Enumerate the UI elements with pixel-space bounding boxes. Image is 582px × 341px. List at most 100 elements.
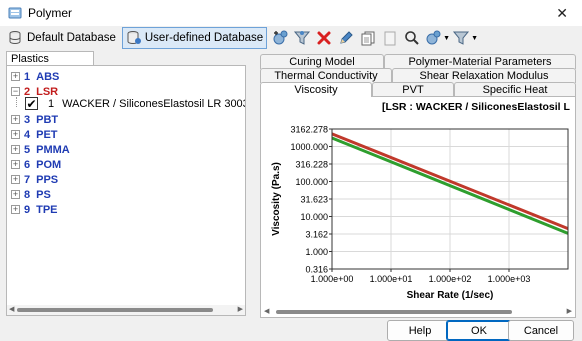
tab-viscosity[interactable]: Viscosity (260, 82, 372, 97)
scroll-right-icon[interactable]: ▶ (567, 307, 572, 315)
y-tick-label: 3.162 (305, 229, 328, 239)
tree-item-label: PPS (36, 173, 59, 186)
database-icon (9, 31, 21, 44)
scrollbar-thumb[interactable] (276, 310, 512, 314)
tree-item-label: ABS (36, 70, 60, 83)
x-axis-label: Shear Rate (1/sec) (407, 290, 494, 301)
close-icon[interactable]: ✕ (556, 5, 568, 22)
tree-item-pmma[interactable]: + 5 PMMA (7, 142, 70, 157)
tab-specific-heat[interactable]: Specific Heat (454, 82, 576, 97)
expand-icon[interactable]: + (11, 160, 20, 169)
help-button[interactable]: Help (387, 320, 453, 341)
user-defined-database-button[interactable]: User-defined Database (121, 27, 268, 49)
add-material-icon[interactable] (270, 28, 290, 48)
y-tick-label: 0.316 (305, 265, 328, 275)
delete-icon[interactable] (314, 28, 334, 48)
filter-menu-dropdown[interactable]: ▼ (452, 28, 478, 48)
chevron-down-icon: ▼ (471, 34, 479, 42)
polymer-app-icon (8, 7, 22, 19)
tree-item-pps[interactable]: + 7 PPS (7, 172, 58, 187)
material-menu-dropdown[interactable]: ▼ (424, 28, 450, 48)
y-tick-label: 100.000 (295, 177, 328, 187)
x-tick-label: 1.000e+01 (370, 274, 413, 284)
chart-horizontal-scrollbar[interactable]: ◀ ▶ (262, 307, 574, 317)
tree-item-number: 9 (24, 203, 31, 216)
toolbar: Default Database User-defined Database ▼… (0, 26, 582, 50)
tree-item-number: 8 (24, 188, 31, 201)
ok-button[interactable]: OK (446, 320, 512, 341)
x-tick-label: 1.000e+02 (429, 274, 472, 284)
tree-item-number: 5 (24, 143, 31, 156)
viscosity-chart: 3162.278 1000.000 316.228 100.000 31.623 10.0… (271, 125, 569, 301)
expand-icon[interactable]: + (11, 190, 20, 199)
paste-document-icon[interactable] (380, 28, 400, 48)
y-tick-labels: 3162.278 1000.000 316.228 100.000 31.623 10.0… (290, 125, 328, 275)
scroll-left-icon[interactable]: ◀ (9, 305, 14, 313)
scroll-right-icon[interactable]: ▶ (238, 305, 243, 313)
expand-icon[interactable]: + (11, 115, 20, 124)
tab-polymer-material-parameters[interactable]: Polymer-Material Parameters (384, 54, 576, 69)
edit-pencil-icon[interactable] (336, 28, 356, 48)
expand-icon[interactable]: + (11, 175, 20, 184)
tree-item-number: 4 (24, 128, 31, 141)
cancel-button[interactable]: Cancel (508, 320, 574, 341)
y-tick-label: 1.000 (305, 247, 328, 257)
title-bar: Polymer ✕ (0, 0, 582, 26)
tree-item-label: PS (36, 188, 51, 201)
tree-item-number: 3 (24, 113, 31, 126)
user-defined-database-label: User-defined Database (144, 32, 264, 44)
default-database-button[interactable]: Default Database (4, 27, 120, 49)
y-tick-label: 316.228 (295, 159, 328, 169)
tree-item-number: 6 (24, 158, 31, 171)
tree-connector (16, 97, 17, 107)
left-horizontal-scrollbar[interactable]: ◀ ▶ (7, 305, 245, 315)
tree-item-label: PET (36, 128, 58, 141)
tree-item-tpe[interactable]: + 9 TPE (7, 202, 58, 217)
scrollbar-thumb[interactable] (17, 308, 213, 312)
plastics-database-tab[interactable]: Plastics Database (6, 51, 94, 79)
tree-item-label: LSR (36, 85, 59, 98)
tree-item-pet[interactable]: + 4 PET (7, 127, 58, 142)
copy-document-icon[interactable] (358, 28, 378, 48)
chart-title: [LSR : WACKER / SiliconesElastosil LR 30… (382, 101, 570, 113)
collapse-icon[interactable]: − (11, 87, 20, 96)
x-tick-label: 1.000e+00 (311, 274, 354, 284)
chevron-down-icon: ▼ (443, 34, 451, 42)
tab-pvt[interactable]: PVT (372, 82, 454, 97)
tree-item-pom[interactable]: + 6 POM (7, 157, 61, 172)
checkbox-checked[interactable]: ✔ (25, 97, 38, 110)
x-tick-label: 1.000e+03 (488, 274, 531, 284)
tab-curing-model[interactable]: Curing Model (260, 54, 384, 69)
default-database-label: Default Database (27, 32, 116, 44)
y-tick-label: 3162.278 (290, 125, 328, 135)
filter-add-icon[interactable] (292, 28, 312, 48)
expand-icon[interactable]: + (11, 130, 20, 139)
subitem-label: WACKER / SiliconesElastosil LR 3003/70 (62, 97, 246, 110)
x-tick-labels: 1.000e+00 1.000e+01 1.000e+02 1.000e+03 (311, 274, 531, 284)
expand-icon[interactable]: + (11, 72, 20, 81)
tree-item-label: POM (36, 158, 62, 171)
subitem-number: 1 (48, 97, 55, 110)
tree-item-number: 7 (24, 173, 31, 186)
expand-icon[interactable]: + (11, 145, 20, 154)
tab-shear-relaxation-modulus[interactable]: Shear Relaxation Modulus (392, 68, 576, 83)
tree-item-abs[interactable]: + 1 ABS (7, 69, 59, 84)
material-tree: + 1 ABS − 2 LSR ✔ 1 WACKER / SiliconesEl… (6, 65, 246, 316)
tab-thermal-conductivity[interactable]: Thermal Conductivity (260, 68, 392, 83)
user-database-icon (127, 31, 141, 44)
tree-subitem-wacker[interactable]: ✔ 1 WACKER / SiliconesElastosil LR 3003/… (19, 97, 246, 110)
tree-item-number: 1 (24, 70, 31, 83)
tree-item-ps[interactable]: + 8 PS (7, 187, 51, 202)
tree-item-pbt[interactable]: + 3 PBT (7, 112, 58, 127)
y-tick-label: 31.623 (300, 194, 328, 204)
search-icon[interactable] (402, 28, 422, 48)
tree-item-label: TPE (36, 203, 58, 216)
window-title: Polymer (28, 6, 73, 20)
tree-item-number: 2 (24, 85, 31, 98)
tree-item-label: PMMA (36, 143, 70, 156)
expand-icon[interactable]: + (11, 205, 20, 214)
scroll-left-icon[interactable]: ◀ (264, 307, 269, 315)
tree-item-label: PBT (36, 113, 59, 126)
y-tick-label: 10.000 (300, 212, 328, 222)
y-axis-label: Viscosity (Pa.s) (271, 162, 282, 236)
